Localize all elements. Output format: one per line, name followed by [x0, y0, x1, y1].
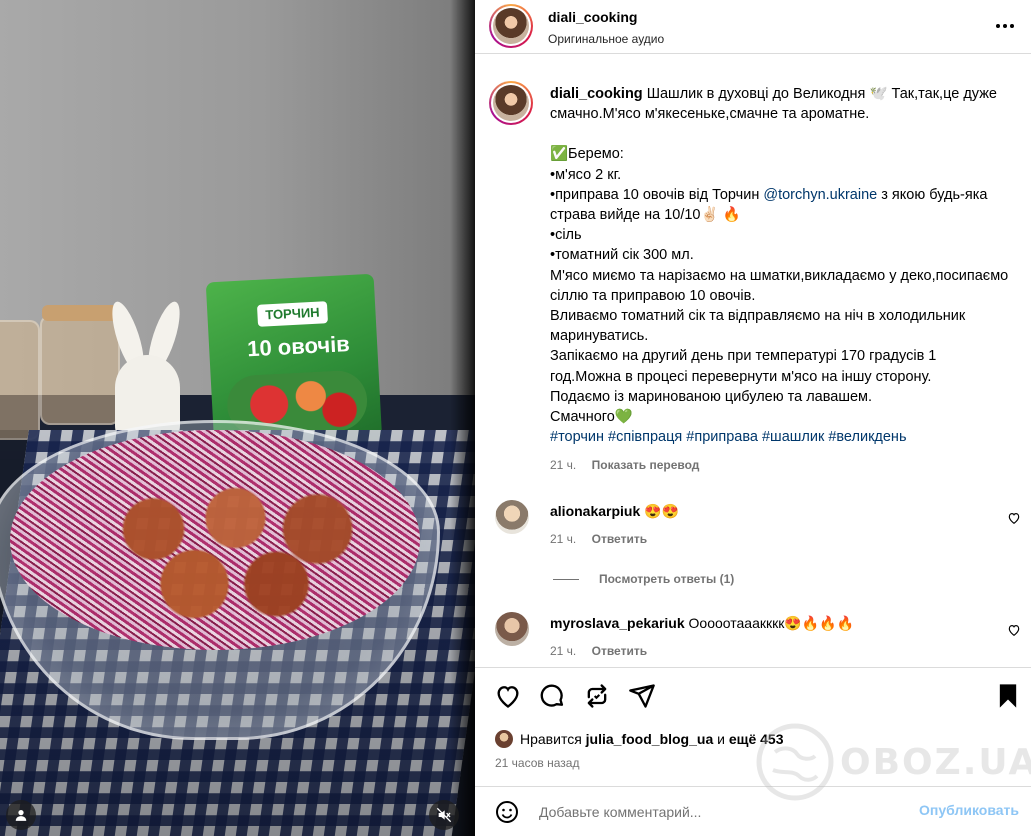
comment-time: 21 ч. [550, 532, 577, 546]
share-send-icon[interactable] [628, 682, 656, 710]
comment-bubble-icon[interactable] [538, 682, 566, 710]
speaker-muted-icon [436, 807, 452, 823]
recipe-step: Подаємо із маринованою цибулею та лаваше… [550, 388, 873, 405]
user-icon [15, 810, 27, 821]
post-media[interactable]: ТОРЧИН 10 овочів [0, 0, 475, 836]
emoji-icon[interactable] [495, 800, 519, 824]
recipe-step: Запікаємо на другий день при температурі… [550, 348, 937, 385]
publish-button[interactable]: Опубликовать [919, 802, 1019, 818]
media-meat-onion-salad [10, 430, 420, 650]
hashtags[interactable]: #торчин #співпраця #приправа #шашлик #ве… [550, 427, 1010, 447]
packet-brand: ТОРЧИН [256, 301, 329, 327]
post-caption: diali_cooking Шашлик в духовці до Велико… [550, 84, 1010, 476]
packet-title: 10 овочів [246, 331, 351, 362]
likes-count[interactable]: ещё 453 [729, 731, 784, 747]
comment-text: Ооооотааакккк😍🔥🔥🔥 [688, 615, 855, 631]
reply-button[interactable]: Ответить [592, 532, 647, 546]
ingredients-header: ✅Беремо: [550, 146, 624, 163]
post-details-panel: diali_cooking Оригинальное аудио diali_c… [475, 0, 1031, 836]
comment-time: 21 ч. [550, 644, 577, 658]
recipe-closing: Смачного💚 [550, 409, 633, 426]
caption-author-avatar[interactable] [489, 81, 533, 125]
view-replies-label: Посмотреть ответы (1) [599, 572, 735, 586]
more-icon [996, 24, 1014, 28]
repost-icon[interactable] [583, 682, 611, 710]
commenter-avatar[interactable] [495, 500, 529, 534]
author-avatar[interactable] [489, 4, 533, 48]
ingredient-item: •м'ясо 2 кг. [550, 166, 622, 183]
comment-like-icon[interactable] [1007, 623, 1021, 637]
author-username[interactable]: diali_cooking [548, 9, 637, 25]
bookmark-saved-icon[interactable] [994, 682, 1022, 710]
recipe-step: М'ясо миємо та нарізаємо на шматки,викла… [550, 267, 1009, 304]
brand-mention-link[interactable]: @torchyn.ukraine [763, 187, 877, 203]
liker-username[interactable]: julia_food_blog_ua [586, 731, 714, 747]
ingredient-item: •томатний сік 300 мл. [550, 247, 694, 264]
translate-button[interactable]: Показать перевод [592, 458, 700, 472]
commenter-avatar[interactable] [495, 612, 529, 646]
recipe-step: Вливаємо томатний сік та відправляємо на… [550, 308, 966, 345]
comment-input[interactable] [539, 801, 899, 823]
replies-line [553, 578, 579, 580]
add-comment-bar: Опубликовать [475, 786, 1031, 836]
more-options-button[interactable] [993, 16, 1017, 36]
likes-middle: и [717, 731, 725, 747]
likes-prefix: Нравится [520, 731, 582, 747]
post-header: diali_cooking Оригинальное аудио [475, 0, 1031, 54]
like-heart-icon[interactable] [494, 682, 522, 710]
media-edge-shadow [450, 0, 475, 836]
reply-button[interactable]: Ответить [592, 644, 647, 658]
comment-like-icon[interactable] [1007, 511, 1021, 525]
caption-time: 21 ч. [550, 458, 577, 473]
post-timestamp: 21 часов назад [495, 756, 580, 770]
post-actions: Нравится julia_food_blog_ua и ещё 453 21… [475, 667, 1031, 785]
media-jar [0, 320, 40, 440]
tagged-users-button[interactable] [6, 800, 36, 830]
commenter-username[interactable]: myroslava_pekariuk [550, 615, 685, 631]
commenter-username[interactable]: alionakarpiuk [550, 503, 640, 519]
caption-username[interactable]: diali_cooking [550, 86, 643, 102]
ingredient-item: •сіль [550, 227, 582, 244]
liker-avatar [495, 730, 513, 748]
ingredient-item: •приправа 10 овочів від Торчин [550, 186, 764, 203]
view-replies-button[interactable]: Посмотреть ответы (1) [553, 572, 734, 586]
likes-summary[interactable]: Нравится julia_food_blog_ua и ещё 453 [495, 730, 784, 748]
mute-button[interactable] [429, 800, 459, 830]
comment-text: 😍😍 [644, 503, 680, 519]
audio-label[interactable]: Оригинальное аудио [548, 32, 664, 46]
